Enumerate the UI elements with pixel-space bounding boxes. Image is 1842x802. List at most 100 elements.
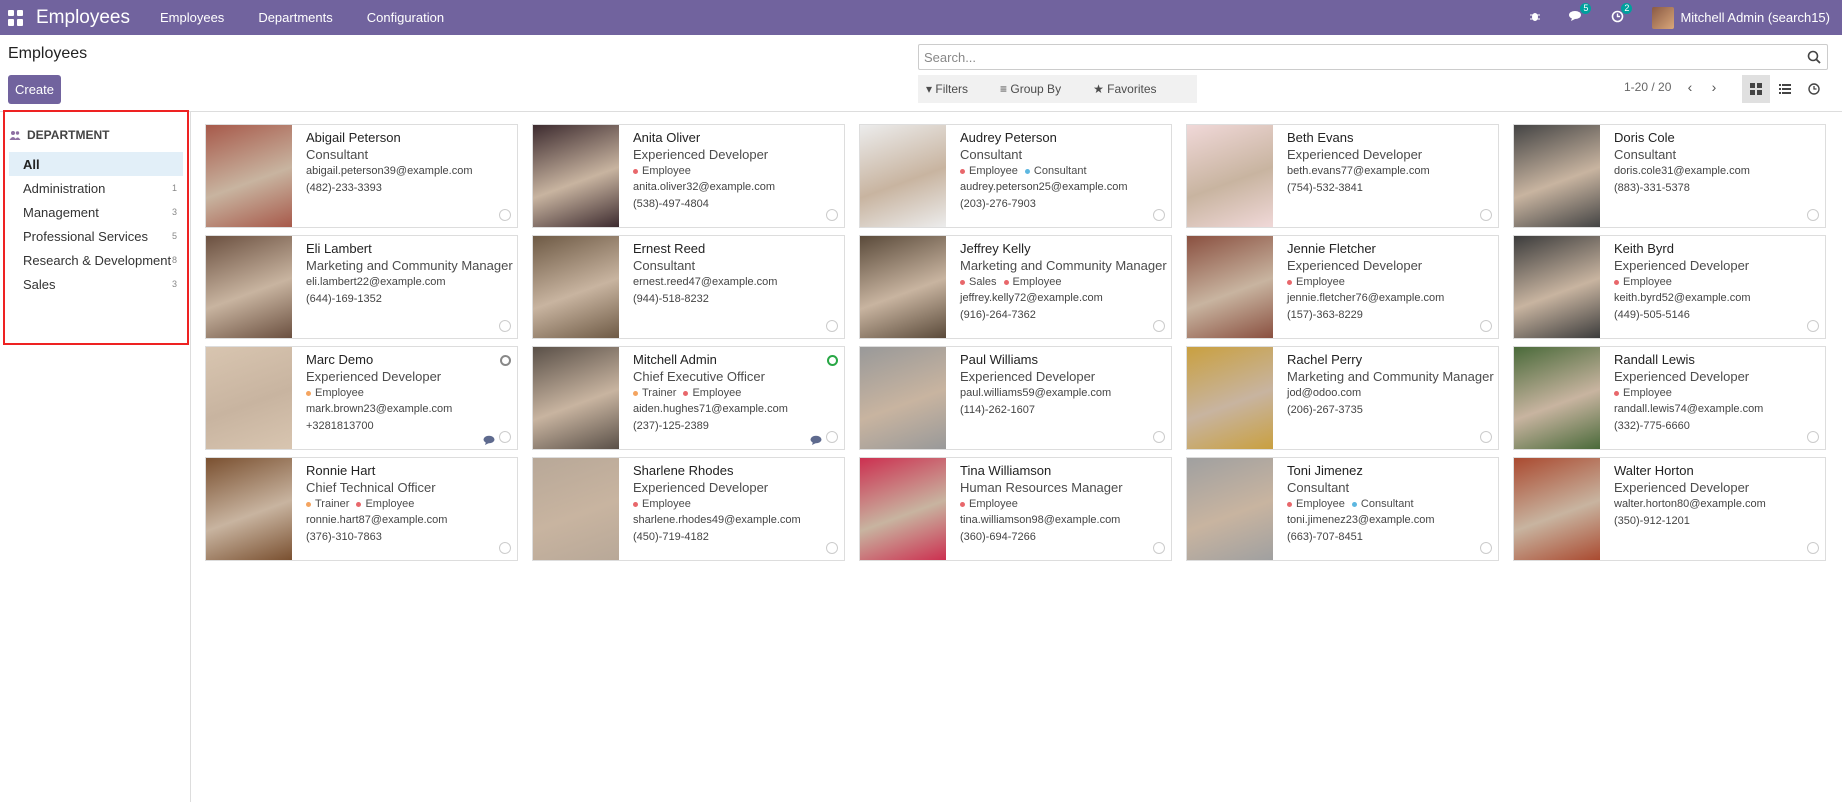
activity-clock-icon[interactable] xyxy=(1480,542,1492,554)
employee-card[interactable]: Beth Evans Experienced Developer beth.evan… xyxy=(1186,124,1499,228)
department-item[interactable]: Administration 1 xyxy=(9,176,183,200)
employee-info: Eli Lambert Marketing and Community Manag… xyxy=(292,236,517,338)
filters-button[interactable]: ▾ Filters xyxy=(926,82,984,96)
search-input[interactable]: Search... xyxy=(918,44,1828,70)
activity-clock-icon[interactable] xyxy=(826,209,838,221)
employee-card[interactable]: Randall Lewis Experienced Developer Employ… xyxy=(1513,346,1826,450)
employee-card[interactable]: Mitchell Admin Chief Executive Officer Tra… xyxy=(532,346,845,450)
employee-card[interactable]: Toni Jimenez Consultant Employee Consultant… xyxy=(1186,457,1499,561)
employee-info: Walter Horton Experienced Developer walter… xyxy=(1600,458,1825,560)
employee-name: Sharlene Rhodes xyxy=(633,463,734,478)
activity-clock-icon[interactable] xyxy=(1807,542,1819,554)
tag-color-dot xyxy=(306,502,311,507)
employee-card[interactable]: Jennie Fletcher Experienced Developer Empl… xyxy=(1186,235,1499,339)
employee-card[interactable]: Jeffrey Kelly Marketing and Community Man… xyxy=(859,235,1172,339)
tag-color-dot xyxy=(633,502,638,507)
employee-phone: (376)-310-7863 xyxy=(306,531,382,543)
department-label: Administration xyxy=(23,180,106,196)
employee-tag: Trainer xyxy=(306,497,349,512)
pager-value[interactable]: 1-20 / 20 xyxy=(1624,80,1671,94)
department-item[interactable]: All xyxy=(9,152,183,176)
user-name[interactable]: Mitchell Admin (search15) xyxy=(1680,10,1830,25)
app-name[interactable]: Employees xyxy=(36,7,130,29)
activity-clock-icon[interactable] xyxy=(499,542,511,554)
employee-name: Tina Williamson xyxy=(960,463,1052,478)
employee-card[interactable]: Ronnie Hart Chief Technical Officer Traine… xyxy=(205,457,518,561)
employee-name: Randall Lewis xyxy=(1614,352,1695,367)
employee-card[interactable]: Ernest Reed Consultant ernest.reed47@examp… xyxy=(532,235,845,339)
department-count: 3 xyxy=(171,279,177,289)
employee-card[interactable]: Rachel Perry Marketing and Community Mana… xyxy=(1186,346,1499,450)
employee-name: Anita Oliver xyxy=(633,130,701,145)
employee-card[interactable]: Abigail Peterson Consultant abigail.peters… xyxy=(205,124,518,228)
user-avatar[interactable] xyxy=(1652,6,1675,29)
activity-clock-icon[interactable] xyxy=(1153,209,1165,221)
employee-job-title: Experienced Developer xyxy=(1614,369,1750,384)
apps-menu-icon[interactable] xyxy=(8,9,24,26)
activity-clock-icon[interactable] xyxy=(1807,320,1819,332)
activity-clock-icon[interactable] xyxy=(1807,209,1819,221)
activity-clock-icon[interactable] xyxy=(1153,320,1165,332)
employee-name: Jennie Fletcher xyxy=(1287,241,1376,256)
list-view-icon[interactable] xyxy=(1771,75,1799,103)
employee-job-title: Marketing and Community Manager xyxy=(960,258,1167,273)
favorites-button[interactable]: ★ Favorites xyxy=(1093,82,1172,96)
employee-card[interactable]: Audrey Peterson Consultant Employee Consult… xyxy=(859,124,1172,228)
employee-card[interactable]: Walter Horton Experienced Developer walter… xyxy=(1513,457,1826,561)
tag-label: Employee xyxy=(642,165,691,177)
employee-info: Ernest Reed Consultant ernest.reed47@examp… xyxy=(619,236,844,338)
activity-clock-icon[interactable] xyxy=(1480,320,1492,332)
search-icon[interactable] xyxy=(1807,50,1821,64)
department-item[interactable]: Sales 3 xyxy=(9,272,183,296)
employee-name: Toni Jimenez xyxy=(1287,463,1363,478)
activity-clock-icon[interactable] xyxy=(1480,431,1492,443)
create-button[interactable]: Create xyxy=(8,75,61,104)
kanban-view-icon[interactable] xyxy=(1742,75,1770,103)
activities-badge: 2 xyxy=(1621,2,1633,14)
menu-configuration[interactable]: Configuration xyxy=(367,10,444,25)
chat-icon[interactable] xyxy=(483,433,495,445)
employee-card[interactable]: Keith Byrd Experienced Developer Employee k… xyxy=(1513,235,1826,339)
menu-departments[interactable]: Departments xyxy=(258,10,332,25)
employee-name: Doris Cole xyxy=(1614,130,1675,145)
menu-employees[interactable]: Employees xyxy=(160,10,224,25)
activities-clock-icon[interactable]: 2 xyxy=(1611,2,1633,26)
employee-job-title: Experienced Developer xyxy=(1614,258,1750,273)
tag-label: Employee xyxy=(969,498,1018,510)
employee-card[interactable]: Doris Cole Consultant doris.cole31@example… xyxy=(1513,124,1826,228)
employee-card[interactable]: Paul Williams Experienced Developer paul.w… xyxy=(859,346,1172,450)
debug-bug-icon[interactable] xyxy=(1529,10,1541,25)
employee-phone: (449)-505-5146 xyxy=(1614,309,1690,321)
department-item[interactable]: Management 3 xyxy=(9,200,183,224)
department-item[interactable]: Research & Development 8 xyxy=(9,248,183,272)
activity-clock-icon[interactable] xyxy=(499,431,511,443)
activity-clock-icon[interactable] xyxy=(1807,431,1819,443)
employee-phone: (754)-532-3841 xyxy=(1287,182,1363,194)
activity-clock-icon[interactable] xyxy=(1153,431,1165,443)
employee-name: Rachel Perry xyxy=(1287,352,1363,367)
pager-next-icon[interactable]: › xyxy=(1706,78,1722,96)
employee-card[interactable]: Marc Demo Experienced Developer Employee ma… xyxy=(205,346,518,450)
employee-card[interactable]: Tina Williamson Human Resources Manager Em… xyxy=(859,457,1172,561)
activity-clock-icon[interactable] xyxy=(1153,542,1165,554)
activity-clock-icon[interactable] xyxy=(1480,209,1492,221)
employee-info: Keith Byrd Experienced Developer Employee k… xyxy=(1600,236,1825,338)
activity-view-icon[interactable] xyxy=(1800,75,1828,103)
group-by-button[interactable]: ≡ Group By xyxy=(1000,82,1077,96)
activity-clock-icon[interactable] xyxy=(499,320,511,332)
activity-clock-icon[interactable] xyxy=(499,209,511,221)
employee-job-title: Chief Executive Officer xyxy=(633,369,765,384)
employee-name: Marc Demo xyxy=(306,352,374,367)
pager-previous-icon[interactable]: ‹ xyxy=(1682,78,1698,96)
activity-clock-icon[interactable] xyxy=(826,542,838,554)
employee-card[interactable]: Eli Lambert Marketing and Community Manag… xyxy=(205,235,518,339)
activity-clock-icon[interactable] xyxy=(826,320,838,332)
employee-card[interactable]: Sharlene Rhodes Experienced Developer Empl… xyxy=(532,457,845,561)
favorites-label: Favorites xyxy=(1107,82,1157,96)
activity-clock-icon[interactable] xyxy=(826,431,838,443)
chat-icon[interactable] xyxy=(810,433,822,445)
messages-icon[interactable]: 5 xyxy=(1569,3,1592,25)
employee-phone: (644)-169-1352 xyxy=(306,293,382,305)
department-item[interactable]: Professional Services 5 xyxy=(9,224,183,248)
employee-card[interactable]: Anita Oliver Experienced Developer Employe… xyxy=(532,124,845,228)
